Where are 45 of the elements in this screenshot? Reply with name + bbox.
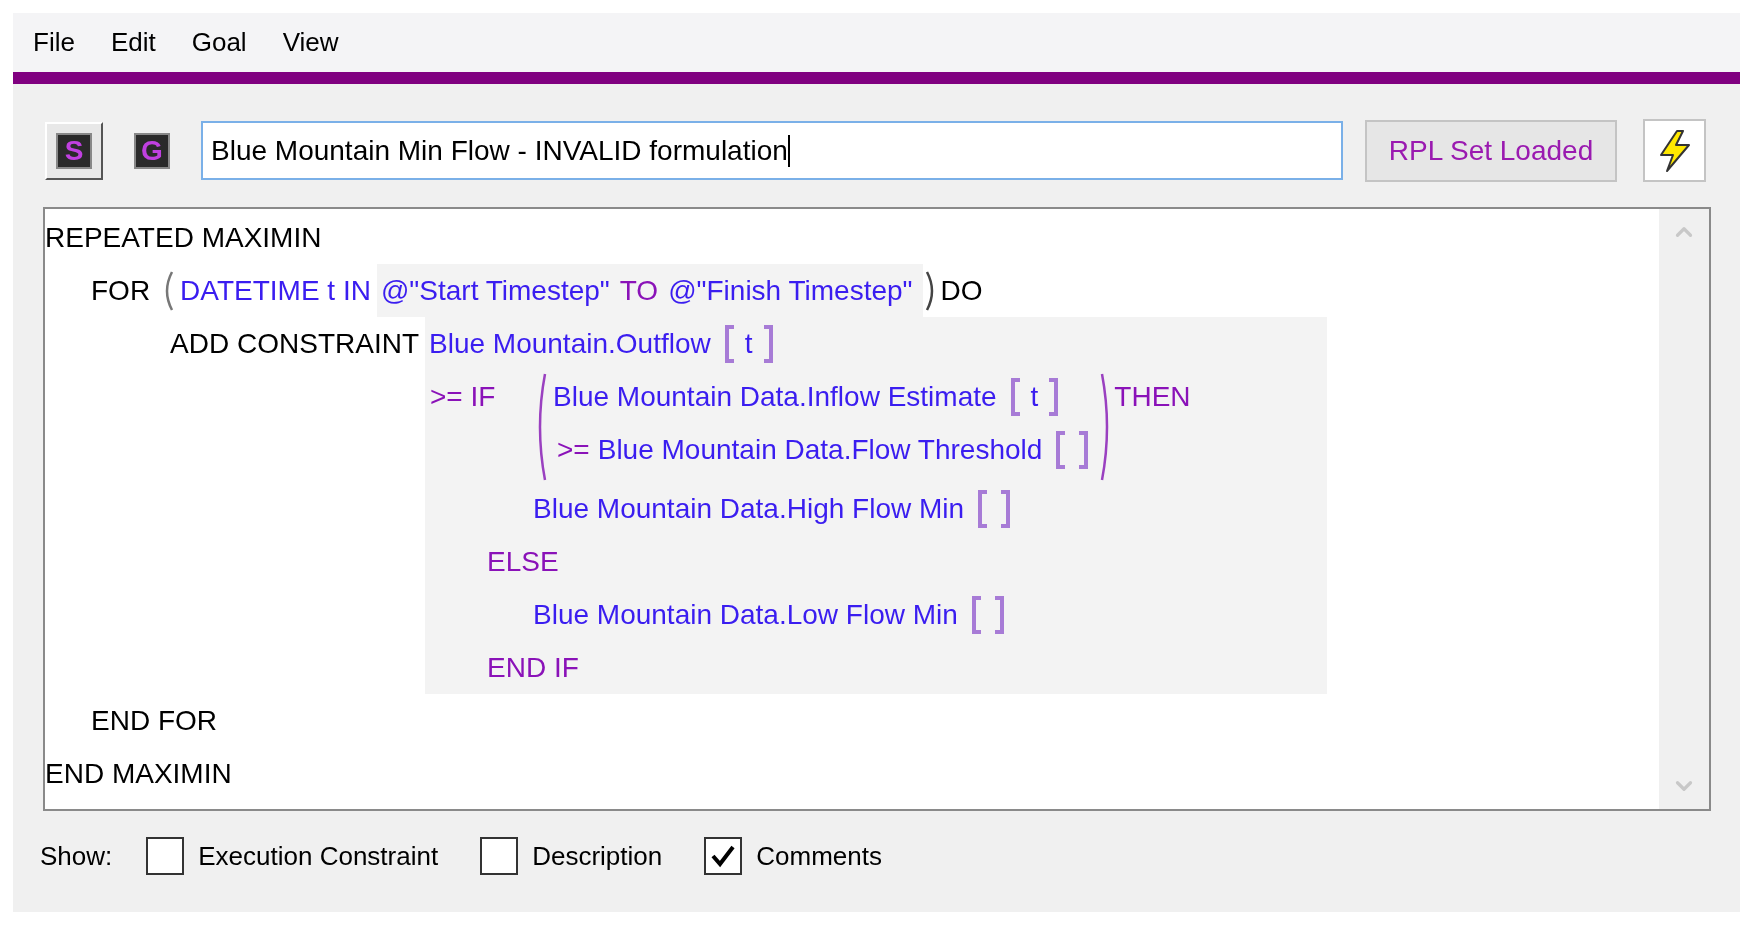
checkbox[interactable] bbox=[480, 837, 519, 875]
code-keyword: DO bbox=[940, 273, 983, 308]
run-button[interactable] bbox=[1643, 119, 1706, 182]
left-bracket-icon bbox=[1008, 376, 1023, 417]
slot-index: t bbox=[1029, 379, 1040, 414]
right-bracket-icon bbox=[1046, 376, 1061, 417]
slot-reference[interactable]: Blue Mountain Data.Inflow Estimate bbox=[553, 375, 997, 418]
slot-reference[interactable]: Blue Mountain Data.High Flow Min bbox=[533, 487, 965, 530]
code-keyword: ADD CONSTRAINT bbox=[170, 326, 419, 361]
code-keyword: REPEATED MAXIMIN bbox=[45, 220, 322, 255]
status-button[interactable]: RPL Set Loaded bbox=[1365, 119, 1617, 182]
menu-item[interactable]: Edit bbox=[110, 23, 156, 62]
checkbox-label[interactable]: Description bbox=[532, 836, 663, 876]
slot-index: t bbox=[743, 326, 754, 361]
right-bracket-icon bbox=[1076, 429, 1091, 470]
code-operator: >= bbox=[557, 432, 590, 467]
code-operator: THEN bbox=[1114, 379, 1191, 414]
checkbox-label[interactable]: Comments bbox=[756, 836, 882, 876]
right-bracket-icon bbox=[998, 488, 1013, 529]
left-bracket-icon bbox=[969, 594, 984, 635]
code-keyword: END FOR bbox=[91, 703, 217, 738]
code-variable: DATETIME t IN bbox=[180, 273, 371, 308]
slot-reference[interactable]: Blue Mountain Data.Flow Threshold bbox=[597, 428, 1043, 471]
slot-reference[interactable]: Blue Mountain.Outflow bbox=[429, 322, 711, 365]
code-keyword: FOR bbox=[91, 273, 151, 308]
text-cursor bbox=[787, 134, 790, 167]
left-bracket-icon bbox=[722, 323, 737, 364]
code-keyword: END MAXIMIN bbox=[45, 756, 232, 791]
slot-reference[interactable]: Blue Mountain Data.Low Flow Min bbox=[533, 593, 958, 636]
menu-item[interactable]: File bbox=[33, 23, 75, 62]
code-operator: TO bbox=[619, 273, 659, 308]
checkbox-label[interactable]: Execution Constraint bbox=[198, 836, 439, 876]
show-label: Show: bbox=[40, 839, 113, 873]
code-editor[interactable] bbox=[43, 207, 1711, 811]
code-operator: END IF bbox=[487, 650, 579, 685]
code-operator: >= IF bbox=[430, 379, 496, 414]
code-timestep[interactable]: @"Start Timestep" bbox=[380, 269, 610, 312]
checkbox[interactable] bbox=[704, 837, 743, 875]
checkbox[interactable] bbox=[146, 837, 185, 875]
code-timestep[interactable]: @"Finish Timestep" bbox=[668, 269, 913, 312]
title-field[interactable]: Blue Mountain Min Flow - INVALID formulation bbox=[201, 121, 1343, 180]
code-operator: ELSE bbox=[487, 544, 559, 579]
checkmark-icon bbox=[710, 844, 737, 868]
menu-item[interactable]: Goal bbox=[191, 23, 247, 62]
menu-item[interactable]: View bbox=[282, 23, 339, 62]
